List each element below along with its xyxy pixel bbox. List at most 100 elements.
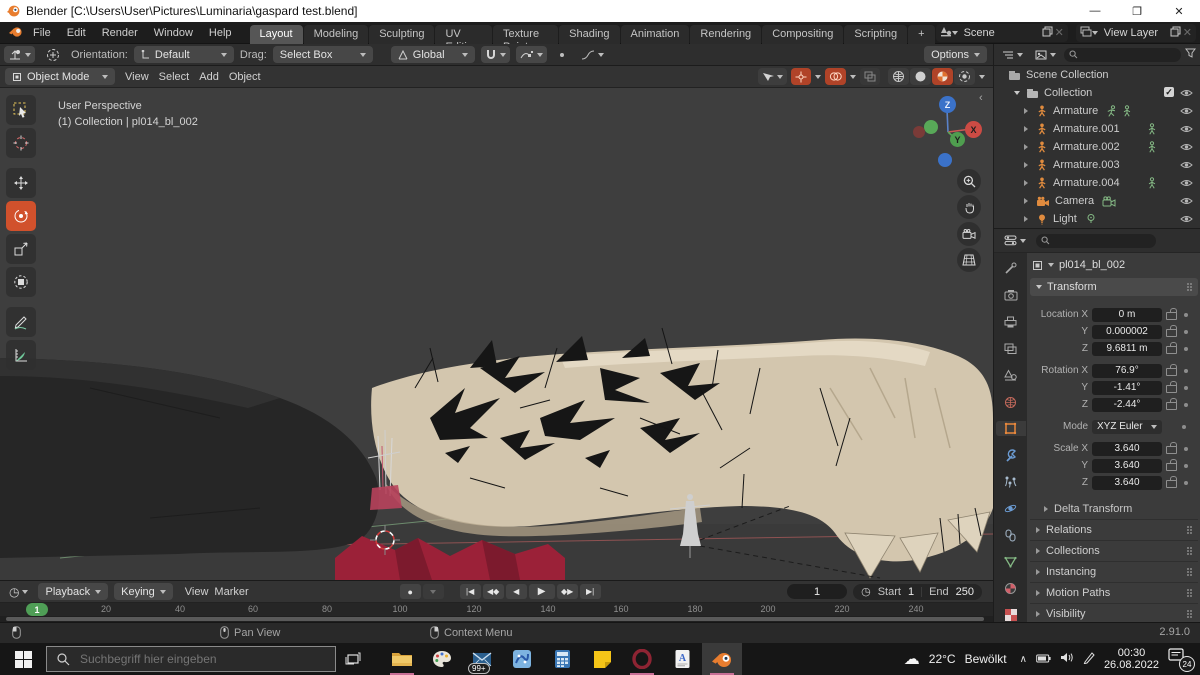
object-type-visibility-button[interactable] [758,68,787,85]
camera-view-button[interactable] [957,222,981,246]
disclosure-closed-icon[interactable] [1024,216,1028,222]
scene-selector[interactable]: Scene ✕ [936,24,1068,42]
properties-editor-type-button[interactable] [1000,232,1030,249]
viewport-menu-object[interactable]: Object [229,71,261,83]
mode-dropdown[interactable]: Object Mode [5,68,115,85]
outliner-editor-type-button[interactable] [998,46,1027,63]
search-input[interactable] [78,651,302,667]
tab-material[interactable] [998,581,1024,597]
hide-eye-icon[interactable] [1180,196,1193,209]
animate-dot-icon[interactable] [1184,464,1188,468]
unlink-scene-icon[interactable]: ✕ [1055,26,1064,39]
motion-paths-panel[interactable]: Motion Paths [1030,582,1198,603]
restore-button[interactable]: ❐ [1116,0,1158,22]
tool-scale[interactable] [6,234,36,264]
tab-particles[interactable] [998,474,1024,490]
disclosure-closed-icon[interactable] [1024,108,1028,114]
tab-layout[interactable]: Layout [250,25,303,44]
pan-view-button[interactable] [957,195,981,219]
lock-icon[interactable] [1166,368,1177,376]
tab-modifiers[interactable] [998,447,1024,463]
current-frame-field[interactable]: 1 [787,584,847,599]
rotation-mode-dropdown[interactable]: XYZ Euler [1092,420,1162,434]
animate-dot-icon[interactable] [1184,403,1188,407]
new-view-layer-icon[interactable] [1170,26,1181,40]
outliner-row-armature[interactable]: Armature [994,102,1200,120]
lock-icon[interactable] [1166,329,1177,337]
tab-tool[interactable] [998,261,1024,277]
tab-uv-editing[interactable]: UV Editing [435,25,492,44]
relations-panel[interactable]: Relations [1030,519,1198,540]
tab-object[interactable] [996,421,1026,437]
hide-eye-icon[interactable] [1180,160,1193,173]
taskbar-paint[interactable] [422,643,462,675]
minimize-button[interactable]: — [1074,0,1116,22]
hide-eye-icon[interactable] [1180,106,1193,119]
tab-texture-paint[interactable]: Texture Paint [493,25,558,44]
shading-dropdown-icon[interactable] [979,75,985,79]
outliner-row-armature-001[interactable]: Armature.001 [994,120,1200,138]
transform-panel-header[interactable]: Transform [1030,278,1198,296]
scale-x-field[interactable]: 3.640 [1092,442,1162,456]
animate-dot-icon[interactable] [1184,369,1188,373]
snap-toggle-button[interactable] [481,46,510,63]
hide-eye-icon[interactable] [1180,214,1193,227]
location-y-field[interactable]: 0.000002 [1092,325,1162,339]
outliner-display-mode-button[interactable] [1031,46,1060,63]
hide-eye-icon[interactable] [1180,124,1193,137]
tab-physics[interactable] [998,501,1024,517]
start-button[interactable] [0,643,46,675]
viewport-menu-add[interactable]: Add [199,71,219,83]
shading-solid-button[interactable] [910,68,931,85]
collection-checkbox[interactable]: ✓ [1164,87,1174,97]
properties-search-input[interactable] [1036,234,1156,248]
gizmo-axis-y[interactable]: Y [950,132,965,147]
tab-texture[interactable] [998,607,1024,622]
panel-drag-handle[interactable] [1187,283,1192,291]
tab-scene[interactable] [998,368,1024,384]
disclosure-closed-icon[interactable] [1024,180,1028,186]
volume-icon[interactable] [1060,652,1074,666]
timeline-ruler[interactable]: 1 20 40 60 80 100 120 140 160 180 200 22… [0,603,993,616]
task-view-button[interactable] [336,643,370,675]
snap-settings-button[interactable] [516,46,547,63]
filter-icon[interactable] [1185,48,1196,61]
gizmo-axis-z[interactable]: Z [939,96,956,113]
tray-clock[interactable]: 00:30 26.08.2022 [1104,647,1159,671]
drag-dropdown[interactable]: Select Box [273,46,373,63]
tool-measure[interactable] [6,340,36,370]
disclosure-closed-icon[interactable] [1024,198,1028,204]
animate-dot-icon[interactable] [1184,330,1188,334]
instancing-panel[interactable]: Instancing [1030,561,1198,582]
tab-shading[interactable]: Shading [559,25,619,44]
taskbar-sticky-notes[interactable] [582,643,622,675]
zoom-view-button[interactable] [957,169,981,193]
blender-logo-icon[interactable] [8,25,23,41]
shading-wireframe-button[interactable] [888,68,909,85]
show-gizmo-button[interactable] [791,68,811,85]
jump-to-start-button[interactable]: |◀ [460,584,481,599]
keying-dropdown[interactable]: Keying [114,583,173,600]
menu-file[interactable]: File [25,27,59,39]
lock-icon[interactable] [1166,463,1177,471]
tab-render[interactable] [998,288,1024,304]
panel-drag-handle[interactable] [1187,547,1192,555]
end-frame-field[interactable]: 250 [956,586,974,598]
gizmo-axis-x[interactable]: X [965,121,982,138]
disclosure-open-icon[interactable] [1014,91,1020,95]
shading-material-preview-button[interactable] [932,68,953,85]
tab-sculpting[interactable]: Sculpting [369,25,434,44]
panel-drag-handle[interactable] [1187,526,1192,534]
outliner-search-input[interactable] [1064,48,1181,62]
notification-center-button[interactable]: 24 [1168,648,1192,670]
tool-annotate[interactable] [6,307,36,337]
animate-dot-icon[interactable] [1182,425,1186,429]
tab-object-data[interactable] [998,554,1024,570]
tray-chevron-up-icon[interactable]: ∧ [1020,654,1027,665]
hide-eye-icon[interactable] [1180,142,1193,155]
timeline-menu-view[interactable]: View [185,586,209,598]
menu-render[interactable]: Render [94,27,146,39]
view-layer-selector[interactable]: View Layer ✕ [1076,24,1196,42]
sidebar-collapse-icon[interactable]: ‹ [979,92,983,104]
toggle-orthographic-button[interactable] [957,248,981,272]
